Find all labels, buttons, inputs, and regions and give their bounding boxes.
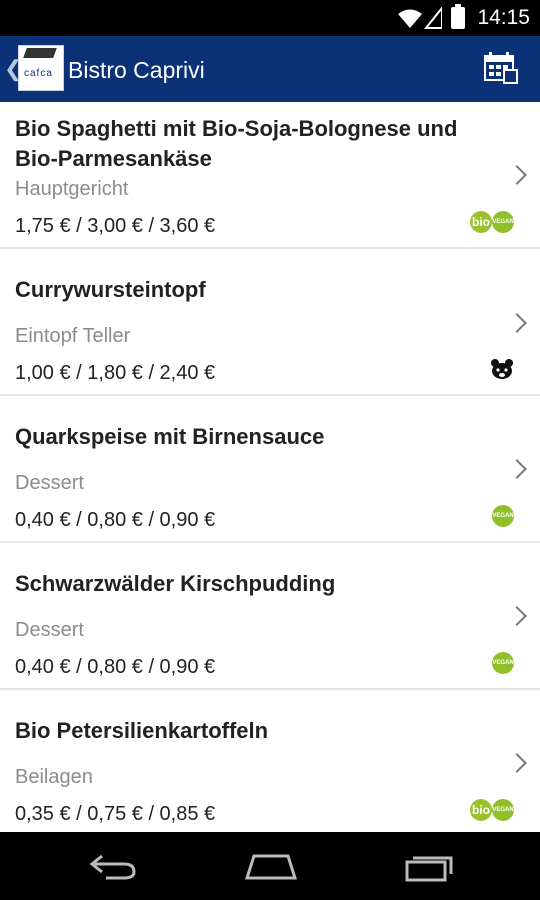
- vegan-badge-icon: VEGAN: [492, 505, 514, 527]
- clock: 14:15: [477, 6, 530, 29]
- graduation-cap-icon: [23, 48, 57, 58]
- dish-category: Dessert: [15, 472, 84, 494]
- battery-icon: [451, 4, 465, 29]
- dish-name: Quarkspeise mit Birnensauce: [15, 424, 325, 449]
- dish-category: Dessert: [15, 619, 84, 641]
- badges: bio VEGAN: [470, 799, 514, 821]
- chevron-right-icon: [507, 313, 527, 333]
- recent-apps-icon[interactable]: [405, 852, 455, 882]
- badges: VEGAN: [492, 652, 514, 674]
- chevron-right-icon: [507, 165, 527, 185]
- home-icon[interactable]: [244, 852, 298, 880]
- dish-category: Beilagen: [15, 766, 93, 788]
- dish-name: Schwarzwälder Kirschpudding: [15, 571, 336, 596]
- calendar-icon[interactable]: [484, 52, 518, 84]
- badges: bio VEGAN: [470, 211, 514, 233]
- menu-list: Bio Spaghetti mit Bio-Soja-Bolognese und…: [0, 102, 540, 832]
- app-logo[interactable]: cafca: [18, 45, 64, 91]
- logo-text: cafca: [24, 68, 53, 79]
- navigation-bar: [0, 832, 540, 900]
- back-icon[interactable]: [88, 852, 138, 880]
- menu-item[interactable]: Currywursteintopf Eintopf Teller 1,00 € …: [0, 249, 540, 396]
- menu-item[interactable]: Quarkspeise mit Birnensauce Dessert 0,40…: [0, 396, 540, 543]
- bio-badge-icon: bio: [470, 211, 492, 233]
- menu-item[interactable]: Bio Petersilienkartoffeln Beilagen 0,35 …: [0, 690, 540, 832]
- dish-name: Bio Spaghetti mit Bio-Soja-Bolognese und…: [15, 116, 458, 171]
- dish-price: 1,00 € / 1,80 € / 2,40 €: [15, 362, 216, 384]
- vegan-badge-icon: VEGAN: [492, 799, 514, 821]
- chevron-right-icon: [507, 459, 527, 479]
- vegan-badge-icon: VEGAN: [492, 652, 514, 674]
- pork-icon: [491, 359, 513, 379]
- vegan-badge-icon: VEGAN: [492, 211, 514, 233]
- menu-item[interactable]: Bio Spaghetti mit Bio-Soja-Bolognese und…: [0, 102, 540, 249]
- bio-badge-icon: bio: [470, 799, 492, 821]
- dish-price: 0,35 € / 0,75 € / 0,85 €: [15, 803, 216, 825]
- badges: VEGAN: [492, 505, 514, 527]
- chevron-right-icon: [507, 753, 527, 773]
- dish-category: Hauptgericht: [15, 178, 129, 200]
- menu-item[interactable]: Schwarzwälder Kirschpudding Dessert 0,40…: [0, 543, 540, 690]
- status-bar: 14:15: [0, 0, 540, 36]
- dish-price: 0,40 € / 0,80 € / 0,90 €: [15, 509, 216, 531]
- dish-name: Currywursteintopf: [15, 277, 206, 302]
- chevron-right-icon: [507, 606, 527, 626]
- dish-price: 1,75 € / 3,00 € / 3,60 €: [15, 215, 216, 237]
- wifi-icon: [398, 7, 442, 29]
- dish-price: 0,40 € / 0,80 € / 0,90 €: [15, 656, 216, 678]
- dish-category: Eintopf Teller: [15, 325, 131, 347]
- app-title: Bistro Caprivi: [68, 57, 205, 83]
- dish-name: Bio Petersilienkartoffeln: [15, 718, 269, 743]
- action-bar: ❮ cafca Bistro Caprivi: [0, 36, 540, 102]
- badges: [490, 358, 514, 380]
